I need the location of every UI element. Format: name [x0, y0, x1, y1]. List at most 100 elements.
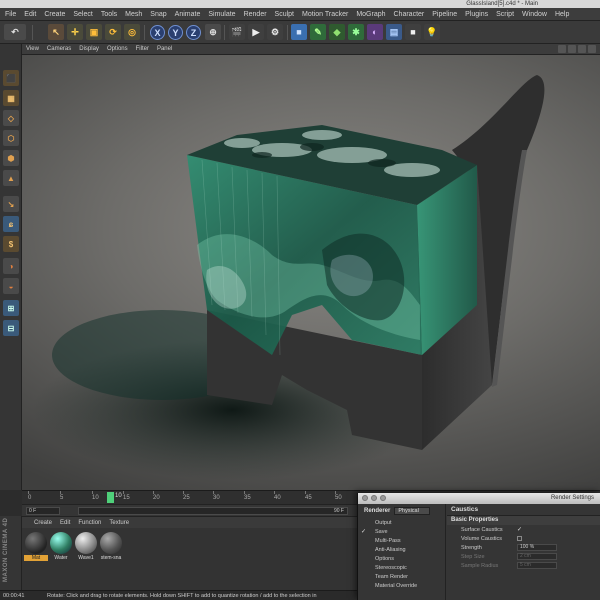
- x-axis-icon[interactable]: X: [150, 25, 165, 40]
- z-axis-icon[interactable]: Z: [186, 25, 201, 40]
- locked-workplane-icon[interactable]: ⊞: [3, 300, 19, 316]
- sample-radius-field[interactable]: 5 cm: [517, 562, 557, 569]
- viewport-menu-cameras[interactable]: Cameras: [47, 46, 71, 52]
- model-mode-icon[interactable]: ⬛: [3, 70, 19, 86]
- zoom-icon[interactable]: [568, 45, 576, 53]
- menu-mesh[interactable]: Mesh: [125, 11, 142, 18]
- menu-create[interactable]: Create: [44, 11, 65, 18]
- polygons-mode-icon[interactable]: ▲: [3, 170, 19, 186]
- material-preview-ball: [25, 532, 47, 554]
- live-select-icon[interactable]: ◎: [124, 24, 140, 40]
- menu-pipeline[interactable]: Pipeline: [432, 11, 457, 18]
- menu-edit[interactable]: Edit: [24, 11, 36, 18]
- renderer-dropdown[interactable]: Physical: [394, 507, 431, 515]
- start-frame-field[interactable]: 0 F: [26, 507, 60, 515]
- zoom-button[interactable]: [380, 495, 386, 501]
- settings-item-material-override[interactable]: Material Override: [358, 581, 445, 590]
- rotate-tool-icon[interactable]: ⟳: [105, 24, 121, 40]
- menu-sculpt[interactable]: Sculpt: [275, 11, 294, 18]
- menu-mograph[interactable]: MoGraph: [356, 11, 385, 18]
- viewport-menu-filter[interactable]: Filter: [136, 46, 149, 52]
- settings-item-output[interactable]: Output: [358, 518, 445, 527]
- points-mode-icon[interactable]: ⬡: [3, 130, 19, 146]
- pen-spline-icon[interactable]: ✎: [310, 24, 326, 40]
- move-tool-icon[interactable]: ✛: [67, 24, 83, 40]
- cube-primitive-icon[interactable]: ■: [291, 24, 307, 40]
- undo-icon[interactable]: ↶: [4, 24, 26, 40]
- subdivision-icon[interactable]: ◆: [329, 24, 345, 40]
- material-swatch[interactable]: Mat: [24, 532, 48, 561]
- material-menu-function[interactable]: Function: [78, 520, 101, 526]
- timeline-range-bar: 0 F 90 F: [22, 504, 357, 516]
- viewport-menu-options[interactable]: Options: [107, 46, 128, 52]
- viewport-menu-view[interactable]: View: [26, 46, 39, 52]
- tweak-mode-icon[interactable]: ɕ: [3, 216, 19, 232]
- menu-plugins[interactable]: Plugins: [465, 11, 488, 18]
- y-axis-icon[interactable]: Y: [168, 25, 183, 40]
- menu-render[interactable]: Render: [244, 11, 267, 18]
- settings-item-team-render[interactable]: Team Render: [358, 572, 445, 581]
- step-size-field[interactable]: 2 cm: [517, 553, 557, 560]
- select-tool-icon[interactable]: ↖: [48, 24, 64, 40]
- material-menu-texture[interactable]: Texture: [109, 520, 129, 526]
- material-swatch[interactable]: stem-sna: [99, 532, 123, 561]
- array-icon[interactable]: ✱: [348, 24, 364, 40]
- pan-icon[interactable]: [558, 45, 566, 53]
- render-settings-titlebar[interactable]: Render Settings: [358, 493, 600, 504]
- maximize-icon[interactable]: [588, 45, 596, 53]
- scene-icon[interactable]: ▤: [386, 24, 402, 40]
- snap-icon[interactable]: $: [3, 236, 19, 252]
- strength-field[interactable]: 100 %: [517, 544, 557, 551]
- edges-mode-icon[interactable]: ⬢: [3, 150, 19, 166]
- material-menu-create[interactable]: Create: [34, 520, 52, 526]
- surface-caustics-checkbox[interactable]: ✓: [517, 526, 522, 533]
- menu-simulate[interactable]: Simulate: [208, 11, 235, 18]
- deformer-icon[interactable]: ◐: [367, 24, 383, 40]
- minimize-button[interactable]: [371, 495, 377, 501]
- texture-mode-icon[interactable]: ▦: [3, 90, 19, 106]
- playhead[interactable]: [107, 492, 114, 503]
- coordinate-system-icon[interactable]: ⊕: [205, 24, 221, 40]
- light-icon[interactable]: 💡: [424, 24, 440, 40]
- material-swatch[interactable]: Wave1: [74, 532, 98, 561]
- volume-caustics-checkbox[interactable]: [517, 536, 522, 541]
- menu-tools[interactable]: Tools: [101, 11, 117, 18]
- menu-file[interactable]: File: [5, 11, 16, 18]
- material-preview-ball: [75, 532, 97, 554]
- workplane-icon[interactable]: ◇: [3, 110, 19, 126]
- planar-workplane-icon[interactable]: ⊟: [3, 320, 19, 336]
- menu-motion-tracker[interactable]: Motion Tracker: [302, 11, 348, 18]
- solo-icon[interactable]: ◑: [3, 258, 19, 274]
- material-menu-edit[interactable]: Edit: [60, 520, 70, 526]
- menu-character[interactable]: Character: [394, 11, 425, 18]
- render-picture-viewer-icon[interactable]: ▶: [248, 24, 264, 40]
- settings-item-multi-pass[interactable]: Multi-Pass: [358, 536, 445, 545]
- 3d-viewport[interactable]: [22, 55, 600, 490]
- menu-script[interactable]: Script: [496, 11, 514, 18]
- menu-snap[interactable]: Snap: [150, 11, 166, 18]
- viewport-menu-display[interactable]: Display: [79, 46, 99, 52]
- camera-icon[interactable]: ■: [405, 24, 421, 40]
- orbit-icon[interactable]: [578, 45, 586, 53]
- render-settings-icon[interactable]: ⚙: [267, 24, 283, 40]
- settings-item-stereoscopic[interactable]: Stereoscopic: [358, 563, 445, 572]
- material-swatch[interactable]: Water: [49, 532, 73, 561]
- close-button[interactable]: [362, 495, 368, 501]
- scale-tool-icon[interactable]: ▣: [86, 24, 102, 40]
- render-view-icon[interactable]: 🎬: [229, 24, 245, 40]
- menu-animate[interactable]: Animate: [175, 11, 201, 18]
- settings-item-options[interactable]: Options: [358, 554, 445, 563]
- menu-window[interactable]: Window: [522, 11, 547, 18]
- render-settings-sidebar: Renderer Physical Output ✓ Save Multi-Pas…: [358, 504, 446, 600]
- settings-item-save[interactable]: ✓ Save: [358, 527, 445, 536]
- settings-item-anti-aliasing[interactable]: Anti-Aliasing: [358, 545, 445, 554]
- viewport-menu-panel[interactable]: Panel: [157, 46, 172, 52]
- renderer-row: Renderer Physical: [358, 504, 445, 518]
- menu-help[interactable]: Help: [555, 11, 569, 18]
- menu-select[interactable]: Select: [73, 11, 92, 18]
- end-frame-field[interactable]: 90 F: [78, 507, 348, 515]
- axis-mode-icon[interactable]: ↘: [3, 196, 19, 212]
- checkmark-icon[interactable]: ✓: [361, 528, 369, 535]
- main-toolbar: ↶ ↖ ✛ ▣ ⟳ ◎ X Y Z ⊕ 🎬 ▶ ⚙ ■ ✎ ◆ ✱ ◐ ▤ ■ …: [0, 21, 600, 44]
- viewport-solo-icon[interactable]: ◒: [3, 278, 19, 294]
